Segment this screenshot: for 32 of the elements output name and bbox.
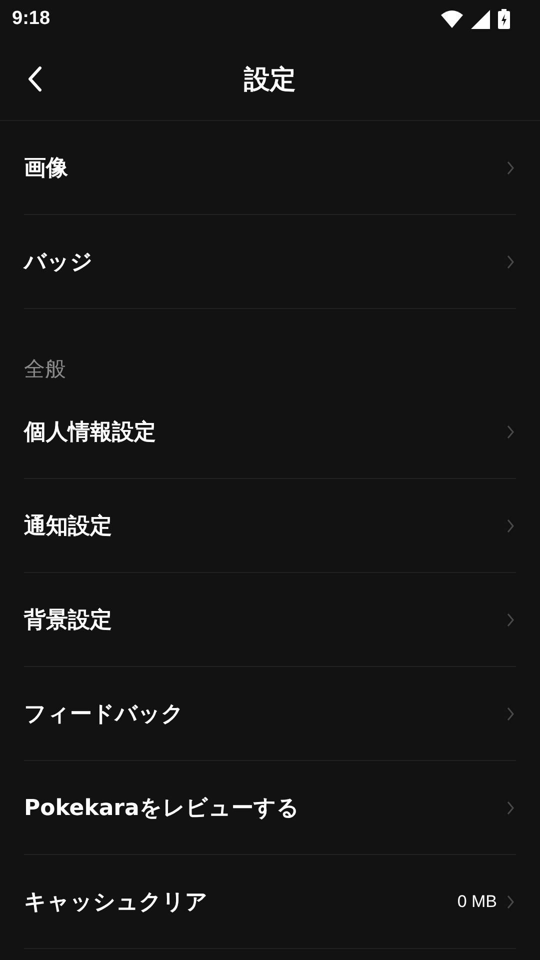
chevron-icon	[507, 254, 514, 268]
settings-item[interactable]: フィードバック	[24, 667, 516, 761]
chevron-icon	[507, 800, 514, 814]
back-button[interactable]	[26, 64, 44, 94]
chevron-icon	[507, 706, 514, 720]
wifi-icon	[441, 10, 463, 28]
settings-item[interactable]: 背景設定	[24, 573, 516, 667]
item-label: 背景設定	[24, 606, 113, 634]
settings-item[interactable]: キャッシュクリア 0 MB	[24, 855, 516, 949]
chevron-icon	[507, 894, 514, 908]
item-label: バッジ	[24, 248, 94, 276]
battery-icon	[498, 9, 510, 29]
signal-icon	[471, 10, 490, 28]
item-label: フィードバック	[24, 700, 185, 728]
settings-item[interactable]: 通知設定	[24, 479, 516, 573]
item-value: 0 MB	[457, 892, 497, 912]
settings-item[interactable]: バッジ	[24, 215, 516, 309]
item-label: キャッシュクリア	[24, 888, 209, 916]
status-time: 9:18	[12, 8, 50, 30]
section-title: 全般	[24, 356, 66, 383]
page-title: 設定	[244, 64, 296, 96]
settings-item[interactable]: Pokekaraをレビューする	[24, 761, 516, 855]
settings-item[interactable]: 個人情報設定	[24, 385, 516, 479]
item-label: 画像	[24, 154, 69, 182]
chevron-icon	[507, 424, 514, 438]
item-label: 通知設定	[24, 512, 113, 540]
chevron-icon	[507, 612, 514, 626]
item-label: 個人情報設定	[24, 418, 157, 446]
item-label: Pokekaraをレビューする	[24, 794, 300, 822]
chevron-icon	[507, 518, 514, 532]
chevron-icon	[507, 160, 514, 174]
settings-item[interactable]: 画像	[24, 121, 516, 215]
